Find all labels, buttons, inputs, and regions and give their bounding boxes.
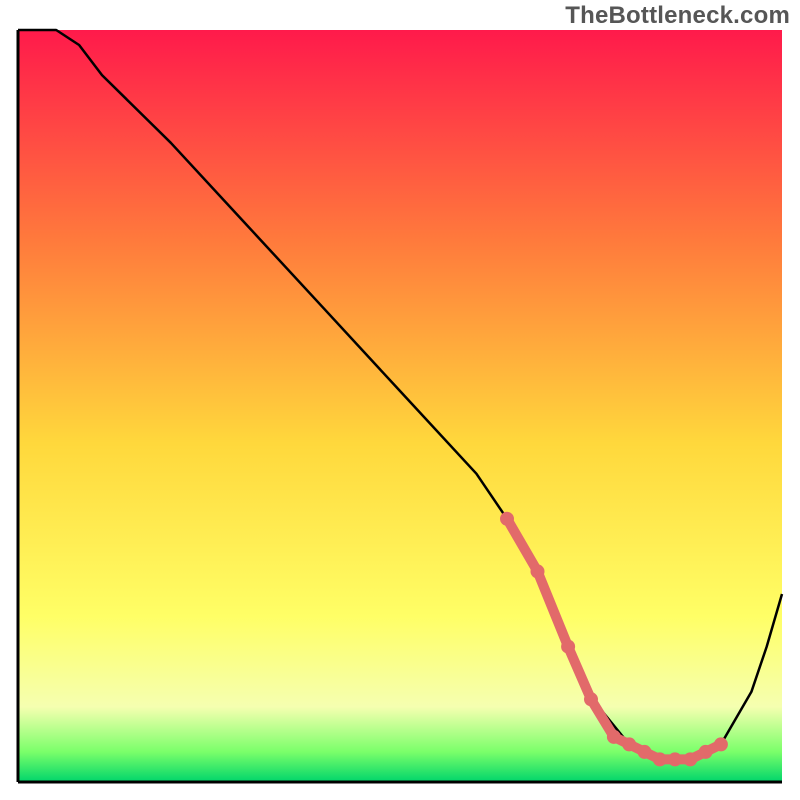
anomaly-dot xyxy=(561,640,575,654)
anomaly-dot xyxy=(699,745,713,759)
anomaly-dot xyxy=(714,737,728,751)
anomaly-dot xyxy=(607,730,621,744)
anomaly-dot xyxy=(683,752,697,766)
anomaly-dot xyxy=(622,737,636,751)
anomaly-dot xyxy=(500,512,514,526)
anomaly-dot xyxy=(531,564,545,578)
plot-background xyxy=(18,30,782,782)
watermark-text: TheBottleneck.com xyxy=(565,2,790,30)
anomaly-dot xyxy=(638,745,652,759)
bottleneck-chart xyxy=(0,0,800,800)
anomaly-dot xyxy=(584,692,598,706)
anomaly-dot xyxy=(668,752,682,766)
anomaly-dot xyxy=(653,752,667,766)
